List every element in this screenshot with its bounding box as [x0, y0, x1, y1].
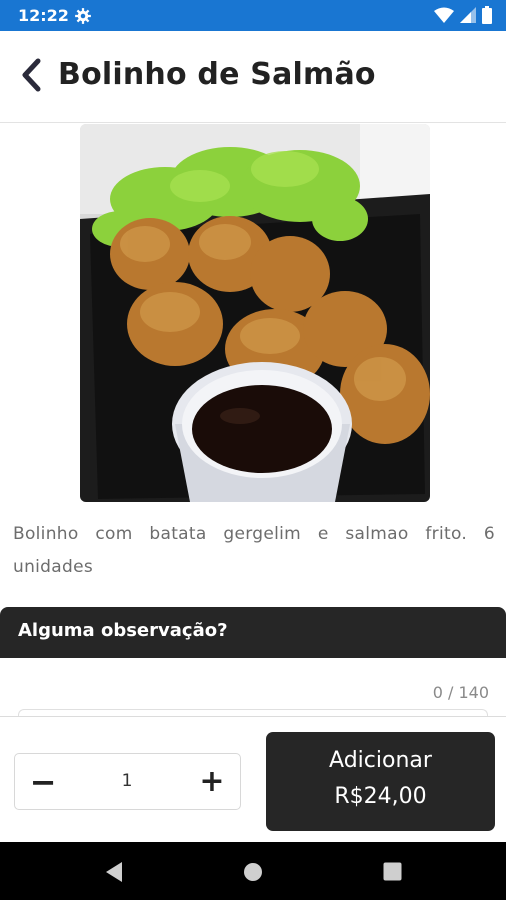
- status-time: 12:22: [18, 6, 69, 25]
- quantity-stepper: − 1 +: [14, 753, 241, 810]
- add-button-label: Adicionar: [329, 748, 432, 773]
- status-bar: 12:22: [0, 0, 506, 31]
- decrease-quantity-button[interactable]: −: [15, 754, 71, 809]
- increase-quantity-button[interactable]: +: [184, 754, 240, 809]
- bottom-action-bar: − 1 + Adicionar R$24,00: [0, 716, 506, 842]
- observation-header: Alguma observação?: [0, 607, 506, 658]
- page-title: Bolinho de Salmão: [58, 57, 376, 92]
- system-nav-bar: [0, 842, 506, 900]
- add-to-cart-button[interactable]: Adicionar R$24,00: [266, 732, 495, 831]
- nav-recents-icon[interactable]: [383, 862, 402, 881]
- product-image: [80, 124, 430, 502]
- battery-icon: [482, 6, 492, 24]
- add-button-price: R$24,00: [334, 784, 427, 809]
- nav-home-icon[interactable]: [243, 862, 263, 882]
- wifi-icon: [434, 7, 454, 23]
- status-icons: [434, 6, 492, 24]
- nav-back-icon[interactable]: [104, 861, 124, 883]
- back-arrow-icon[interactable]: [18, 57, 44, 93]
- char-counter: 0 / 140: [432, 683, 489, 702]
- product-description: Bolinho com batata gergelim e salmao fri…: [13, 524, 495, 577]
- observation-label: Alguma observação?: [18, 620, 228, 641]
- app-bar: Bolinho de Salmão: [0, 31, 506, 123]
- signal-icon: [460, 7, 476, 23]
- quantity-value: 1: [121, 771, 133, 791]
- gear-icon: [75, 8, 91, 24]
